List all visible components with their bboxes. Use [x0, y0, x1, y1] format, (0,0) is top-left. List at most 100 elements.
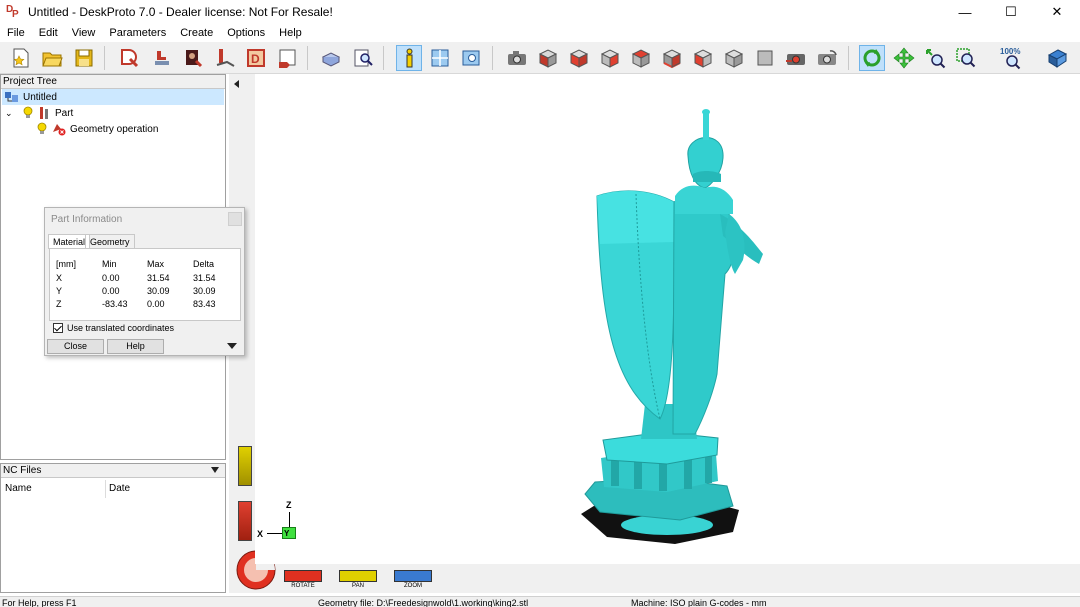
menu-view[interactable]: View — [65, 27, 103, 39]
zoom-label: ZOOM — [404, 583, 422, 589]
axis-y-label: Y — [284, 529, 290, 538]
help-book-icon[interactable] — [1044, 45, 1070, 71]
column-name[interactable]: Name — [5, 483, 32, 494]
table-cell: 30.09 — [193, 286, 216, 296]
table-cell: -83.43 — [102, 299, 128, 309]
pan-tool-icon[interactable] — [891, 45, 917, 71]
table-cell: X — [56, 273, 63, 283]
checkbox-checked-icon[interactable] — [53, 323, 63, 333]
main-toolbar: D 100% — [0, 42, 1080, 74]
tree-item-geometry-operation[interactable]: Geometry operation — [2, 121, 224, 137]
table-header: [mm] — [56, 259, 76, 269]
view-settings-icon[interactable] — [458, 45, 484, 71]
rotate-slider[interactable] — [238, 501, 252, 541]
pan-slider[interactable] — [238, 446, 252, 486]
chess-king-model[interactable] — [255, 74, 1080, 564]
viewport-frame: Z X Y ROTATE PAN ZOOM — [229, 74, 1080, 593]
chevron-down-icon[interactable]: ⌄ — [5, 108, 15, 119]
dialog-close-icon[interactable] — [228, 212, 242, 226]
window-controls: — ☐ ✕ — [942, 0, 1080, 24]
toolbar-separator — [104, 46, 105, 70]
info-icon[interactable] — [396, 45, 422, 71]
maximize-button[interactable]: ☐ — [988, 0, 1034, 24]
new-file-icon[interactable] — [8, 45, 34, 71]
zoom-100-icon[interactable]: 100% — [998, 45, 1024, 71]
simulation-icon[interactable] — [318, 45, 344, 71]
rotate-button[interactable]: ROTATE — [283, 570, 323, 589]
lightbulb-icon[interactable] — [36, 122, 48, 136]
window-title: Untitled - DeskProto 7.0 - Dealer licens… — [28, 5, 333, 19]
wizard-tool-icon[interactable] — [212, 45, 238, 71]
camera-view-icon[interactable] — [504, 45, 530, 71]
3d-viewport[interactable] — [255, 74, 1080, 564]
open-folder-icon[interactable] — [39, 45, 65, 71]
svg-text:100%: 100% — [1000, 47, 1020, 56]
pan-button[interactable]: PAN — [338, 570, 378, 589]
table-cell: 0.00 — [147, 299, 165, 309]
column-date[interactable]: Date — [109, 483, 130, 494]
dialog-title: Part Information — [51, 214, 123, 225]
menu-parameters[interactable]: Parameters — [102, 27, 173, 39]
help-button[interactable]: Help — [107, 339, 164, 354]
tab-geometry[interactable]: Geometry — [85, 234, 135, 249]
dimensions-table: [mm] Min Max Delta X 0.00 31.54 31.54 Y … — [49, 248, 241, 321]
pan-bar — [339, 570, 377, 582]
tree-label-geometry-operation: Geometry operation — [70, 123, 159, 135]
toolbar-separator — [307, 46, 308, 70]
nc-files-header[interactable]: NC Files — [1, 464, 225, 478]
view-cube-left-icon[interactable] — [690, 45, 716, 71]
menu-create[interactable]: Create — [173, 27, 220, 39]
rotate-tool-icon[interactable] — [859, 45, 885, 71]
view-cube-right-icon[interactable] — [721, 45, 747, 71]
menu-options[interactable]: Options — [220, 27, 272, 39]
rotate-label: ROTATE — [291, 583, 315, 589]
export-nc-icon[interactable] — [274, 45, 300, 71]
wizard-image-icon[interactable] — [180, 45, 206, 71]
tree-item-part[interactable]: ⌄ Part — [2, 105, 224, 121]
view-cube-front-icon[interactable] — [566, 45, 592, 71]
view-cube-plain-icon[interactable] — [752, 45, 778, 71]
toolbar-separator — [383, 46, 384, 70]
zoom-window-icon[interactable] — [953, 45, 979, 71]
menu-file[interactable]: File — [0, 27, 32, 39]
save-disk-icon[interactable] — [71, 45, 97, 71]
preview-search-icon[interactable] — [350, 45, 376, 71]
close-window-button[interactable]: ✕ — [1034, 0, 1080, 24]
translated-coordinates-checkbox[interactable]: Use translated coordinates — [53, 323, 174, 333]
column-divider[interactable] — [105, 480, 106, 498]
collapse-panel-icon[interactable] — [234, 80, 239, 88]
view-cube-back-icon[interactable] — [597, 45, 623, 71]
view-cube-bottom-icon[interactable] — [659, 45, 685, 71]
tab-material[interactable]: Material — [48, 234, 91, 249]
camera-red-icon[interactable] — [783, 45, 809, 71]
layout-windows-icon[interactable] — [427, 45, 453, 71]
toolbar-separator — [848, 46, 849, 70]
minimize-button[interactable]: — — [942, 0, 988, 24]
view-cube-iso-icon[interactable] — [535, 45, 561, 71]
tree-label-untitled: Untitled — [23, 91, 57, 103]
zoom-button[interactable]: ZOOM — [393, 570, 433, 589]
camera-refresh-icon[interactable] — [814, 45, 840, 71]
table-cell: 30.09 — [147, 286, 170, 296]
project-tree-header: Project Tree — [1, 75, 225, 89]
wizard-part-icon[interactable] — [149, 45, 175, 71]
status-bar: For Help, press F1 Geometry file: D:\Fre… — [0, 596, 1080, 607]
table-cell: 31.54 — [147, 273, 170, 283]
table-cell: 83.43 — [193, 299, 216, 309]
create-design-icon[interactable]: D — [243, 45, 269, 71]
status-machine: Machine: ISO plain G-codes - mm — [631, 598, 767, 607]
wizard-design-icon[interactable] — [116, 45, 142, 71]
table-cell: 0.00 — [102, 273, 120, 283]
tree-item-untitled[interactable]: Untitled — [2, 89, 224, 105]
lightbulb-icon[interactable] — [22, 106, 34, 120]
dropdown-arrow-icon[interactable] — [211, 467, 219, 473]
toolbar-separator — [492, 46, 493, 70]
close-button[interactable]: Close — [47, 339, 104, 354]
menu-help[interactable]: Help — [272, 27, 309, 39]
view-cube-top-icon[interactable] — [628, 45, 654, 71]
title-bar: DP Untitled - DeskProto 7.0 - Dealer lic… — [0, 0, 1080, 24]
zoom-tool-icon[interactable] — [922, 45, 948, 71]
expand-arrow-icon[interactable] — [227, 343, 237, 349]
menu-edit[interactable]: Edit — [32, 27, 65, 39]
table-cell: Z — [56, 299, 62, 309]
